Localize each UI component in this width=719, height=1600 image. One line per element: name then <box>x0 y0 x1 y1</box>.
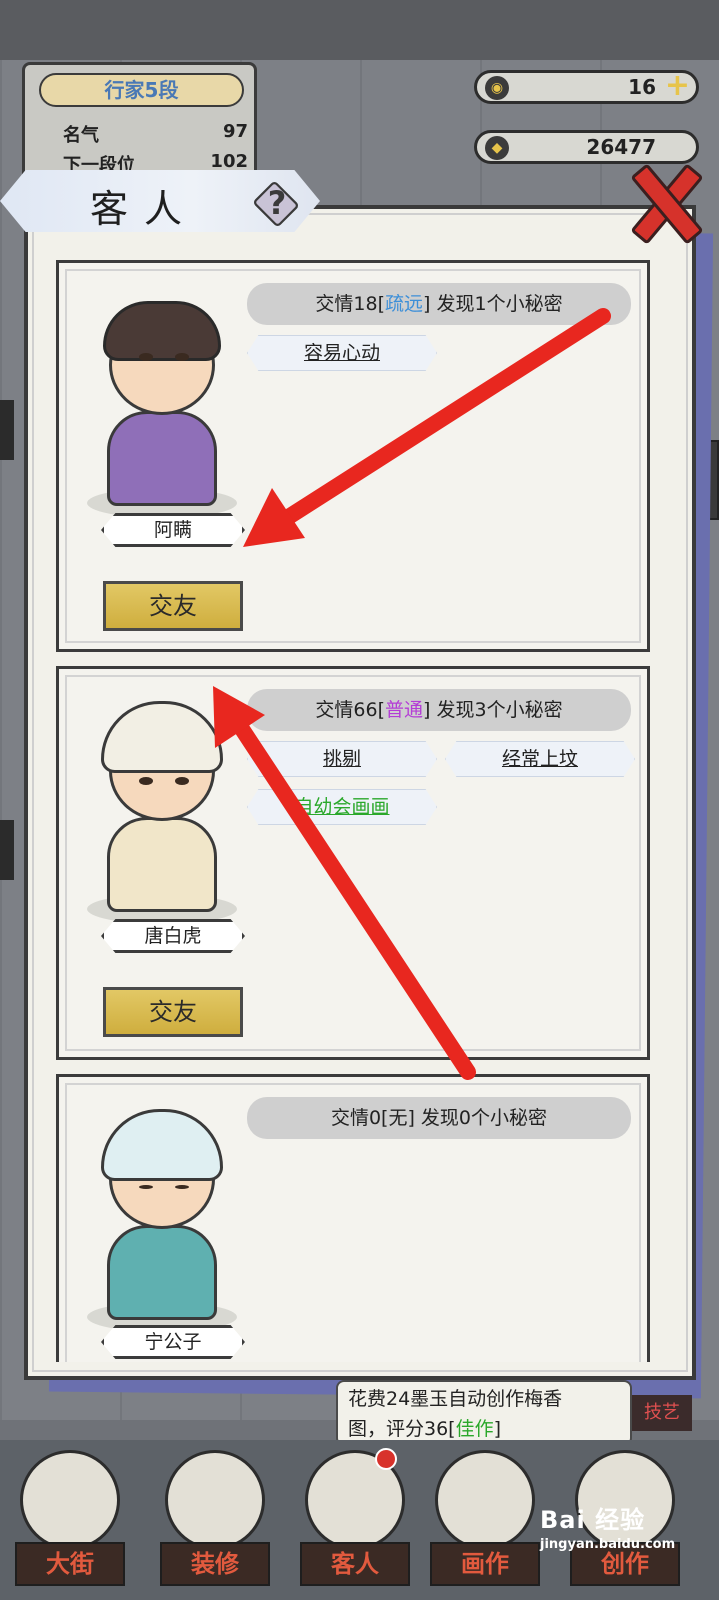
add-jade-icon[interactable]: + <box>665 71 690 101</box>
book-icon <box>165 1450 265 1550</box>
baidu-watermark: Bai 经验 jingyan.baidu.com <box>540 1506 676 1552</box>
scroll-icon <box>435 1450 535 1550</box>
jade-icon: ◉ <box>485 76 509 100</box>
guest-name: 阿瞒 <box>101 513 245 547</box>
befriend-button[interactable]: 交友 <box>103 581 243 631</box>
guest-card: 交情0[无] 发现0个小秘密 宁公子 <box>56 1074 650 1362</box>
jade-count: 16 <box>628 75 656 99</box>
fame-label: 名气 <box>63 125 99 146</box>
friendship-info: 交情0[无] 发现0个小秘密 <box>247 1097 631 1139</box>
coin-resource-bar: ◆ 26477 <box>474 130 699 164</box>
left-edge-decoration <box>0 400 14 460</box>
fame-row: 名气 97 <box>63 121 248 147</box>
coin-icon: ◆ <box>485 136 509 160</box>
guest-name: 宁公子 <box>101 1325 245 1359</box>
nav-guests[interactable]: 客人 <box>300 1450 410 1590</box>
notification-badge <box>375 1448 397 1470</box>
dialog-title: 客人 <box>90 187 199 231</box>
friendship-level: 无 <box>388 1107 408 1129</box>
befriend-button[interactable]: 交友 <box>103 987 243 1037</box>
guest-portrait <box>87 1097 237 1332</box>
creation-log: 花费24墨玉自动创作梅香 图，评分36[佳作] <box>336 1380 632 1446</box>
nav-street[interactable]: 大街 <box>15 1450 125 1590</box>
fame-value: 97 <box>222 121 248 142</box>
guest-card: 交情66[普通] 发现3个小秘密 挑剔 经常上坟 自幼会画画 唐白虎 交友 <box>56 666 650 1060</box>
secret-tag[interactable]: 挑剔 <box>247 741 437 777</box>
coin-count: 26477 <box>586 135 656 159</box>
friendship-level: 疏远 <box>385 293 424 315</box>
secret-tag[interactable]: 容易心动 <box>247 335 437 371</box>
guest-portrait <box>87 689 237 924</box>
background-roof <box>0 0 719 60</box>
guest-portrait <box>87 283 237 518</box>
friendship-level: 普通 <box>385 699 424 721</box>
jade-resource-bar[interactable]: ◉ 16 + <box>474 70 699 104</box>
friendship-info: 交情66[普通] 发现3个小秘密 <box>247 689 631 731</box>
secret-tag[interactable]: 自幼会画画 <box>247 789 437 825</box>
street-icon <box>20 1450 120 1550</box>
question-mark-icon[interactable]: ? <box>262 184 292 222</box>
guest-name: 唐白虎 <box>101 919 245 953</box>
skill-tab[interactable]: 技艺 <box>632 1395 692 1431</box>
secret-tag[interactable]: 经常上坟 <box>445 741 635 777</box>
guest-list[interactable]: 交情18[疏远] 发现1个小秘密 容易心动 阿瞒 交友 交情66[普通] 发现3… <box>48 252 668 1362</box>
nav-decorate[interactable]: 装修 <box>160 1450 270 1590</box>
rank-title: 行家5段 <box>39 73 244 107</box>
close-icon[interactable] <box>622 160 698 242</box>
nav-paintings[interactable]: 画作 <box>430 1450 540 1590</box>
next-rank-value: 102 <box>210 151 248 172</box>
guest-card: 交情18[疏远] 发现1个小秘密 容易心动 阿瞒 交友 <box>56 260 650 652</box>
friendship-info: 交情18[疏远] 发现1个小秘密 <box>247 283 631 325</box>
left-edge-decoration <box>0 820 14 880</box>
